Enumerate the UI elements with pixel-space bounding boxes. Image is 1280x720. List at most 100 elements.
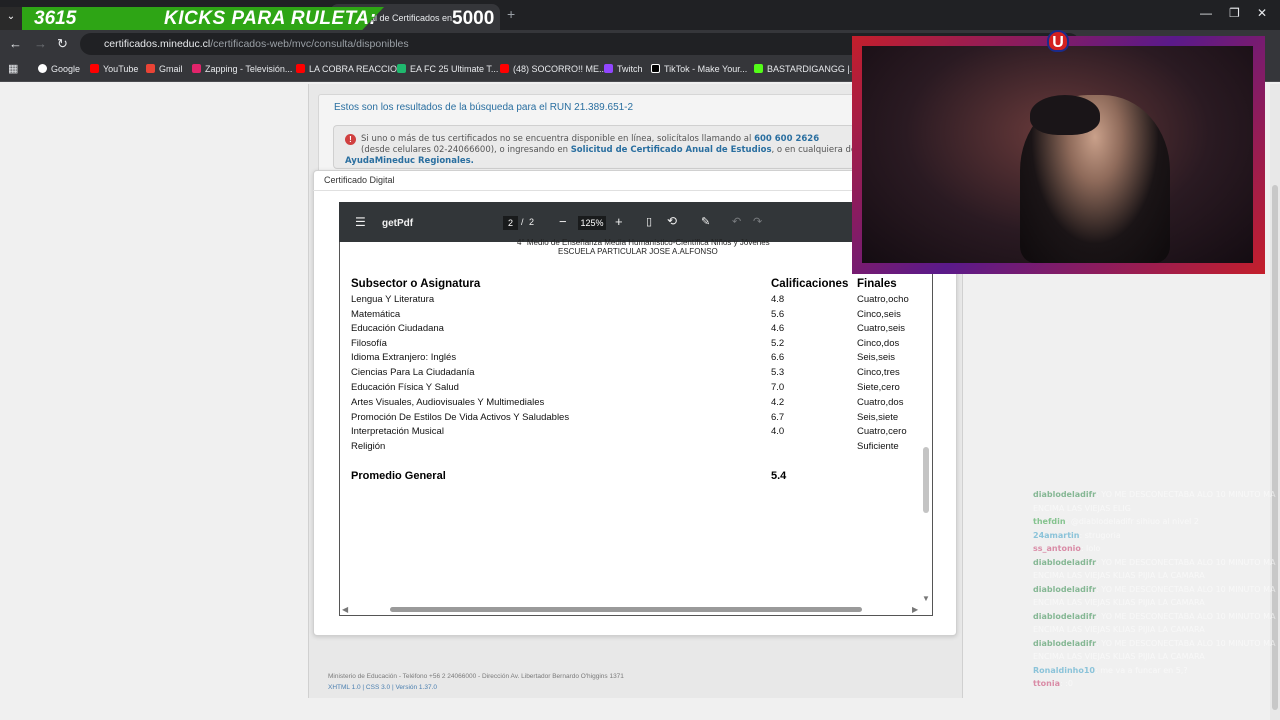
chat-username: diablodeladifr [1033, 557, 1097, 567]
chat-text: : strugoria [1079, 530, 1121, 540]
chat-text: : YO ME DESCONECTABA ALO 10 MINUTO MA [1096, 490, 1276, 499]
col-final-header: Finales [857, 278, 897, 290]
zoom-in-button[interactable]: + [615, 214, 623, 229]
rotate-icon[interactable]: ⟲ [667, 214, 677, 228]
final-cell: Cuatro,seis [857, 323, 906, 334]
close-icon[interactable]: ✕ [1257, 6, 1267, 20]
subject-cell: Promoción De Estilos De Vida Activos Y S… [351, 412, 570, 423]
results-message: Estos son los resultados de la búsqueda … [334, 102, 634, 113]
alert-icon: ! [345, 134, 356, 145]
subject-cell: Idioma Extranjero: Inglés [351, 352, 457, 363]
zoom-input[interactable]: 125% [578, 216, 606, 230]
minimize-icon[interactable]: — [1200, 6, 1212, 20]
subject-cell: Matemática [351, 309, 401, 320]
chat-message: ENCIMA LAS VIEJAS KLIAS PIJIA LA CAMARA [1033, 625, 1205, 634]
grade-cell: 4.2 [771, 397, 785, 408]
page-scrollbar-thumb[interactable] [1272, 185, 1278, 710]
chat-username: diablodeladifr [1033, 490, 1097, 499]
chat-message: diablodeladifr: YO ME DESCONECTABA ALO 1… [1033, 558, 1276, 567]
solicitud-link[interactable]: Solicitud de Certificado Anual de Estudi… [571, 145, 772, 155]
chat-message: diablodeladifr: YO ME DESCONECTABA ALO 1… [1033, 490, 1276, 499]
chat-message: diablodeladifr: YO ME DESCONECTABA ALO 1… [1033, 639, 1276, 648]
subject-cell: Ciencias Para La Ciudadanía [351, 367, 475, 378]
ayuda-regional-link[interactable]: AyudaMineduc Regionales. [345, 156, 474, 166]
scroll-right-icon[interactable]: ▶ [912, 605, 918, 614]
new-tab-button[interactable]: + [507, 6, 515, 22]
bookmark-la-cobra[interactable]: LA COBRA REACCIO... [296, 64, 405, 74]
final-cell: Seis,seis [857, 352, 896, 363]
bookmark-ea-fc[interactable]: EA FC 25 Ultimate T... [397, 64, 498, 74]
undo-icon[interactable]: ↶ [732, 215, 741, 228]
chat-username: 24amartin [1033, 530, 1080, 540]
chat-username: Ronaldinho10 [1033, 665, 1095, 675]
page-number-input[interactable]: 2 [503, 216, 518, 230]
bookmark-google[interactable]: Google [38, 64, 80, 74]
menu-icon[interactable]: ☰ [355, 215, 366, 229]
subject-cell: Educación Ciudadana [351, 323, 444, 334]
maximize-icon[interactable]: ❐ [1229, 6, 1240, 20]
chat-message: ss_antonio: lolo [1033, 544, 1100, 553]
footer-versions[interactable]: XHTML 1.0 | CSS 3.0 | Versión 1.37.0 [328, 684, 437, 691]
pdf-viewer[interactable] [339, 202, 933, 616]
doc-header-level: 4° Medio de Enseñanza Media Humanístico-… [517, 238, 770, 247]
streamer-hair [1030, 95, 1100, 135]
grade-cell: 6.7 [771, 412, 785, 423]
bookmark-zapping[interactable]: Zapping - Televisión... [192, 64, 292, 74]
bookmark-socorro[interactable]: (48) SOCORRO!! ME... [500, 64, 607, 74]
bookmark-gmail[interactable]: Gmail [146, 64, 183, 74]
apps-icon[interactable]: ▦ [8, 62, 18, 75]
alert-line-3: AyudaMineduc Regionales. [345, 156, 474, 166]
chat-username: diablodeladifr [1033, 584, 1097, 594]
fit-page-icon[interactable]: ▯ [646, 215, 652, 228]
chat-username: thefdin [1033, 517, 1066, 526]
reload-icon[interactable]: ↻ [57, 36, 68, 52]
chat-username: ss_antonio [1033, 544, 1081, 553]
grade-cell: 5.2 [771, 338, 785, 349]
chat-message: Ronaldinho10: me va a funcar en 5,? [1033, 666, 1188, 675]
scroll-down-icon[interactable]: ▼ [922, 594, 930, 603]
scroll-left-icon[interactable]: ◀ [342, 605, 348, 614]
forward-icon[interactable]: → [34, 36, 47, 51]
col-subject-header: Subsector o Asignatura [351, 278, 481, 290]
chat-message: ENCIMA LAS VIEJAS KLIAS PIJIA LA CAMARA [1033, 571, 1205, 580]
grade-cell: 6.6 [771, 352, 785, 363]
chat-text: : YO ME DESCONECTABA ALO 10 MINUTO MA [1096, 557, 1276, 567]
final-cell: Cuatro,ocho [857, 294, 909, 305]
club-logo-icon: U [1047, 30, 1069, 52]
subject-cell: Lengua Y Literatura [351, 294, 435, 305]
bookmark-bastardigangg[interactable]: BASTARDIGANGG |... [754, 64, 857, 74]
subject-cell: Interpretación Musical [351, 426, 444, 437]
banner-title: KICKS PARA RULETA: [164, 8, 377, 29]
chat-text: : YO ME DESCONECTABA ALO 10 MINUTO MA [1096, 638, 1276, 648]
annotate-icon[interactable]: ✎ [701, 215, 710, 228]
footer-info: Ministerio de Educación - Teléfono +56 2… [328, 673, 624, 680]
phone-link[interactable]: 600 600 2626 [754, 134, 819, 144]
subject-cell: Artes Visuales, Audiovisuales Y Multimed… [351, 397, 545, 408]
back-icon[interactable]: ← [9, 36, 22, 51]
chat-text: : @diablodeladifr sihiuo al nivel 2 [1065, 517, 1199, 526]
total-pages: 2 [529, 217, 535, 227]
pdf-vertical-scrollbar[interactable] [923, 447, 929, 513]
col-grade-header: Calificaciones [771, 278, 849, 290]
bookmark-tiktok[interactable]: TikTok - Make Your... [651, 64, 747, 74]
chat-message: diablodeladifr: YO ME DESCONECTABA ALO 1… [1033, 612, 1276, 621]
zoom-out-button[interactable]: − [559, 214, 567, 229]
bookmark-youtube[interactable]: YouTube [90, 64, 138, 74]
final-cell: Suficiente [857, 441, 899, 452]
final-cell: Seis,siete [857, 412, 899, 423]
chat-text: : YO ME DESCONECTABA ALO 10 MINUTO MA [1096, 611, 1276, 621]
grade-cell: 5.3 [771, 367, 785, 378]
bookmark-twitch[interactable]: Twitch [604, 64, 643, 74]
final-cell: Cuatro,dos [857, 397, 904, 408]
chat-username: diablodeladifr [1033, 611, 1097, 621]
pdf-filename: getPdf [382, 218, 414, 229]
redo-icon[interactable]: ↷ [753, 215, 762, 228]
page-separator: / [521, 217, 524, 227]
pdf-horizontal-scrollbar[interactable] [390, 607, 862, 612]
chat-message: 24amartin: strugoria [1033, 531, 1121, 540]
chat-text: : YO ME DESCONECTABA ALO 10 MINUTO MA [1096, 584, 1276, 594]
chat-text: ENCIMA LAS VIEJAS KLIAS PIJIA LA CAMARA [1033, 652, 1205, 661]
tab-search-icon[interactable]: ⌄ [0, 7, 22, 30]
chat-message: ENCIMA LAS VIEJAS KLIAS PIJIA LA CAMARA [1033, 652, 1205, 661]
kick-count: 3615 [34, 8, 77, 29]
